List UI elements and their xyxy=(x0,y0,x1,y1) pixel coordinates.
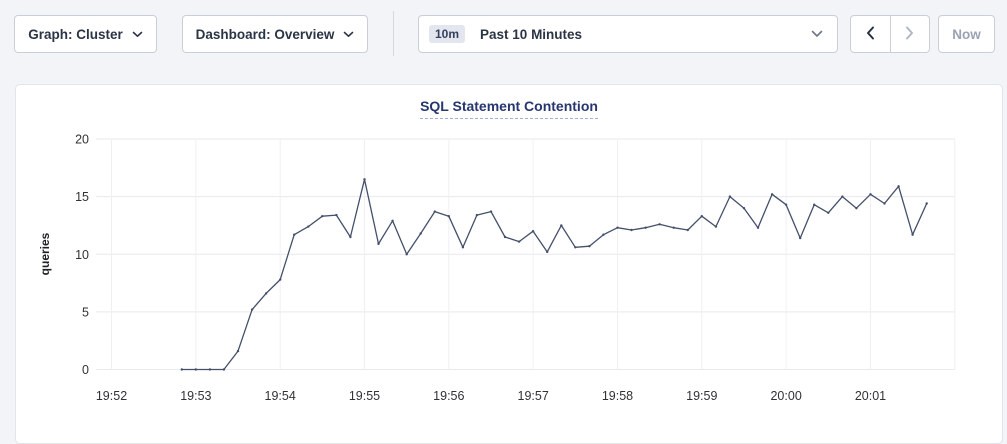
svg-text:19:54: 19:54 xyxy=(265,389,296,403)
svg-text:19:58: 19:58 xyxy=(602,389,633,403)
time-range-label: Past 10 Minutes xyxy=(480,27,582,42)
dashboard-dropdown[interactable]: Dashboard: Overview xyxy=(182,15,368,53)
svg-text:20: 20 xyxy=(75,133,89,147)
time-window-badge: 10m xyxy=(429,25,465,43)
svg-text:15: 15 xyxy=(75,190,89,204)
svg-text:queries: queries xyxy=(38,232,52,275)
chevron-left-icon xyxy=(866,26,875,43)
svg-text:19:56: 19:56 xyxy=(433,389,464,403)
svg-text:19:53: 19:53 xyxy=(180,389,211,403)
svg-text:19:57: 19:57 xyxy=(518,389,549,403)
svg-text:5: 5 xyxy=(82,305,89,319)
svg-text:19:52: 19:52 xyxy=(96,389,127,403)
time-range-selector[interactable]: 10m Past 10 Minutes xyxy=(418,15,838,53)
chevron-right-icon xyxy=(905,26,914,43)
next-range-button[interactable] xyxy=(891,16,930,52)
svg-text:20:00: 20:00 xyxy=(770,389,801,403)
graph-dropdown-label: Graph: Cluster xyxy=(28,27,123,42)
svg-text:19:59: 19:59 xyxy=(686,389,717,403)
svg-text:0: 0 xyxy=(82,363,89,377)
now-button[interactable]: Now xyxy=(938,15,995,53)
chevron-down-icon xyxy=(132,31,143,38)
svg-text:20:01: 20:01 xyxy=(855,389,886,403)
toolbar-divider xyxy=(393,11,394,56)
svg-text:19:55: 19:55 xyxy=(349,389,380,403)
prev-range-button[interactable] xyxy=(851,16,891,52)
chevron-down-icon xyxy=(343,31,354,38)
dashboard-dropdown-label: Dashboard: Overview xyxy=(196,27,335,42)
time-step-buttons xyxy=(850,15,930,53)
graph-dropdown[interactable]: Graph: Cluster xyxy=(14,15,157,53)
svg-text:10: 10 xyxy=(75,248,89,262)
chevron-down-icon xyxy=(811,30,823,38)
chart-card: SQL Statement Contention 0510152019:5219… xyxy=(15,84,1003,444)
